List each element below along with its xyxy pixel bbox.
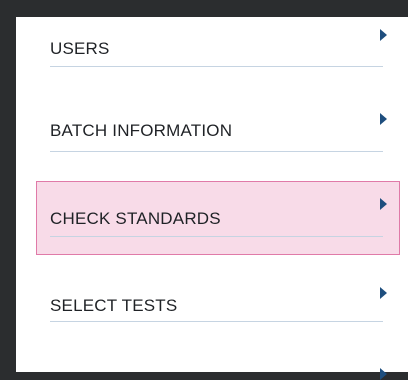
menu-item-select-tests[interactable]: SELECT TESTS bbox=[16, 272, 408, 332]
menu-item-partial[interactable] bbox=[16, 352, 408, 380]
menu-item-label: BATCH INFORMATION bbox=[50, 121, 233, 140]
menu-item-label: USERS bbox=[50, 39, 110, 58]
menu-item-users[interactable]: USERS bbox=[16, 17, 408, 77]
divider bbox=[50, 151, 383, 152]
divider bbox=[50, 236, 383, 237]
chevron-right-icon bbox=[380, 198, 387, 210]
side-menu-panel: USERS BATCH INFORMATION CHECK STANDARDS … bbox=[16, 17, 408, 380]
divider bbox=[50, 66, 383, 67]
menu-item-batch-information[interactable]: BATCH INFORMATION bbox=[16, 97, 408, 157]
divider bbox=[50, 321, 383, 322]
menu-item-label: SELECT TESTS bbox=[50, 296, 178, 315]
chevron-right-icon bbox=[380, 29, 387, 41]
chevron-right-icon bbox=[380, 287, 387, 299]
menu-item-check-standards[interactable]: CHECK STANDARDS bbox=[36, 181, 400, 255]
menu-item-label: CHECK STANDARDS bbox=[50, 209, 221, 228]
chevron-right-icon bbox=[380, 113, 387, 125]
chevron-right-icon bbox=[380, 368, 387, 380]
